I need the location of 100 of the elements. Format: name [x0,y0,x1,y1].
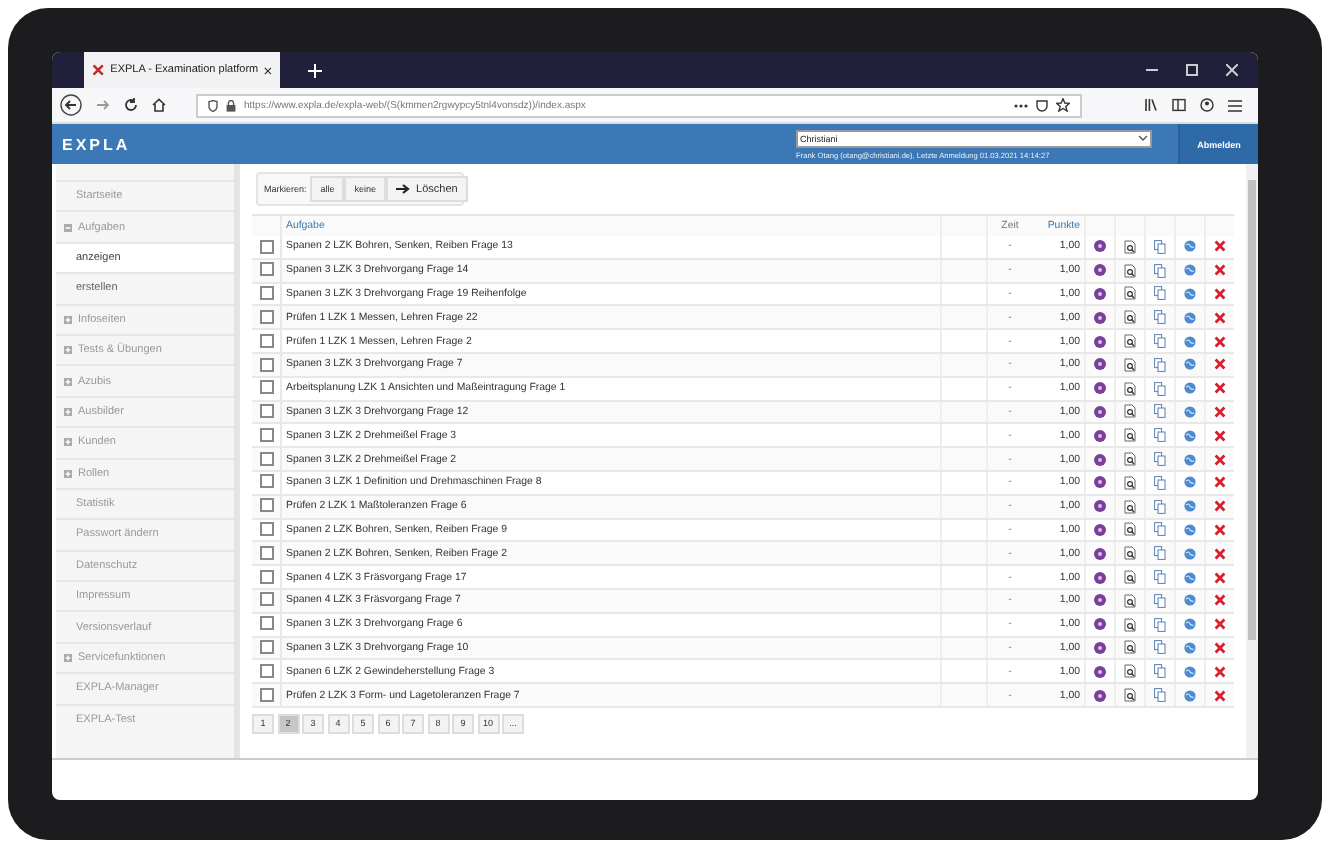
page-search-icon[interactable] [1124,452,1136,467]
delete-icon[interactable] [1214,335,1226,348]
delete-icon[interactable] [1214,311,1226,324]
delete-icon[interactable] [1214,476,1226,489]
row-checkbox[interactable] [259,380,273,395]
page-search-icon[interactable] [1124,499,1136,514]
delete-icon[interactable] [1214,358,1226,371]
globe-icon[interactable] [1184,523,1196,536]
page-search-icon[interactable] [1124,475,1136,490]
dot-icon[interactable] [1094,382,1106,395]
dot-icon[interactable] [1094,405,1106,418]
minimize-icon[interactable] [1146,64,1158,76]
delete-icon[interactable] [1214,405,1226,418]
row-checkbox[interactable] [259,687,273,702]
library-icon[interactable] [1144,98,1158,112]
delete-icon[interactable] [1214,594,1226,607]
row-checkbox[interactable] [259,239,273,254]
dot-icon[interactable] [1094,335,1106,348]
page-search-icon[interactable] [1124,310,1136,325]
globe-icon[interactable] [1184,476,1196,489]
row-checkbox[interactable] [259,498,273,513]
row-checkbox[interactable] [259,357,273,371]
globe-icon[interactable] [1184,547,1196,560]
globe-icon[interactable] [1184,382,1196,395]
row-checkbox[interactable] [259,640,273,655]
dot-icon[interactable] [1094,429,1106,442]
star-icon[interactable] [1056,98,1070,112]
page-search-icon[interactable] [1124,570,1136,585]
dot-icon[interactable] [1094,476,1106,489]
dot-icon[interactable] [1094,571,1106,584]
sidebar-icon[interactable] [1172,98,1186,112]
row-checkbox[interactable] [259,262,273,277]
globe-icon[interactable] [1184,405,1196,418]
dot-icon[interactable] [1094,287,1106,300]
page-search-icon[interactable] [1124,593,1136,608]
row-checkbox[interactable] [259,333,273,348]
dot-icon[interactable] [1094,689,1106,702]
row-checkbox[interactable] [259,309,273,324]
scrollbar[interactable] [1246,164,1258,758]
globe-icon[interactable] [1184,665,1196,678]
globe-icon[interactable] [1184,358,1196,371]
page-search-icon[interactable] [1124,404,1136,419]
globe-icon[interactable] [1184,240,1196,253]
page-search-icon[interactable] [1124,640,1136,655]
dot-icon[interactable] [1094,641,1106,654]
new-tab-icon[interactable] [308,63,322,77]
dot-icon[interactable] [1094,358,1106,371]
row-checkbox[interactable] [259,545,273,560]
globe-icon[interactable] [1184,618,1196,631]
row-checkbox[interactable] [259,663,273,678]
delete-icon[interactable] [1214,264,1226,277]
page-search-icon[interactable] [1124,381,1136,396]
delete-icon[interactable] [1214,453,1226,466]
row-checkbox[interactable] [259,286,273,301]
back-icon[interactable] [60,94,82,116]
globe-icon[interactable] [1184,689,1196,702]
delete-icon[interactable] [1214,429,1226,442]
dot-icon[interactable] [1094,264,1106,277]
maximize-icon[interactable] [1186,64,1198,76]
page-search-icon[interactable] [1124,239,1136,254]
page-search-icon[interactable] [1124,263,1136,278]
row-checkbox[interactable] [259,616,273,631]
page-search-icon[interactable] [1124,664,1136,679]
menu-icon[interactable] [1228,99,1242,111]
row-checkbox[interactable] [259,474,273,489]
row-checkbox[interactable] [259,569,273,584]
delete-icon[interactable] [1214,641,1226,654]
delete-icon[interactable] [1214,523,1226,536]
dot-icon[interactable] [1094,547,1106,560]
page-search-icon[interactable] [1124,522,1136,537]
dot-icon[interactable] [1094,594,1106,607]
page-search-icon[interactable] [1124,688,1136,703]
globe-icon[interactable] [1184,500,1196,513]
page-search-icon[interactable] [1124,357,1136,372]
globe-icon[interactable] [1184,641,1196,654]
page-search-icon[interactable] [1124,334,1136,349]
globe-icon[interactable] [1184,287,1196,300]
page-search-icon[interactable] [1124,546,1136,561]
page-search-icon[interactable] [1124,617,1136,632]
forward-icon[interactable] [96,98,110,112]
pocket-icon[interactable] [1036,99,1048,111]
account-icon[interactable] [1200,98,1214,112]
row-checkbox[interactable] [259,427,273,442]
globe-icon[interactable] [1184,335,1196,348]
close-icon[interactable] [264,65,272,75]
globe-icon[interactable] [1184,429,1196,442]
delete-icon[interactable] [1214,689,1226,702]
home-icon[interactable] [152,98,166,112]
delete-icon[interactable] [1214,571,1226,584]
delete-icon[interactable] [1214,500,1226,513]
delete-icon[interactable] [1214,665,1226,678]
row-checkbox[interactable] [259,404,273,419]
dot-icon[interactable] [1094,311,1106,324]
dot-icon[interactable] [1094,453,1106,466]
row-checkbox[interactable] [259,592,273,607]
dot-icon[interactable] [1094,618,1106,631]
delete-icon[interactable] [1214,618,1226,631]
delete-icon[interactable] [1214,547,1226,560]
globe-icon[interactable] [1184,453,1196,466]
delete-icon[interactable] [1214,287,1226,300]
